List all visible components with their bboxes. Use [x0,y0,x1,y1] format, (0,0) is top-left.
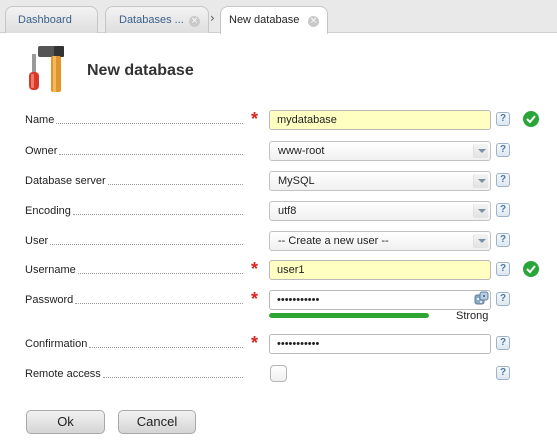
chevron-down-icon[interactable] [473,174,488,188]
password-input[interactable] [269,290,491,310]
encoding-label: Encoding [25,205,243,217]
user-row: User -- Create a new user -- ? [0,231,557,253]
tab-databases[interactable]: Databases ... × [105,6,209,33]
chevron-down-icon[interactable] [473,204,488,218]
checkmark-icon [523,111,539,127]
close-icon[interactable]: × [308,16,319,27]
field-label: Remote access [25,368,101,380]
leader-dots [50,244,243,245]
leader-dots [75,303,243,304]
database-server-value: MySQL [278,175,315,187]
encoding-select[interactable]: utf8 [269,201,491,221]
chevron-right-icon: › [210,11,215,25]
field-label: Owner [25,145,58,157]
leader-dots [72,214,243,215]
username-input[interactable] [269,260,491,280]
leader-dots [59,154,243,155]
required-marker: * [251,289,259,309]
tab-label: New database [229,14,300,26]
help-icon[interactable]: ? [496,203,510,217]
password-label: Password [25,294,243,306]
tab-bar: Dashboard Databases ... × › New database… [0,0,557,34]
tab-new-database[interactable]: New database × [220,6,328,34]
name-label: Name [25,114,243,126]
confirmation-label: Confirmation [25,338,243,350]
required-marker: * [251,259,259,279]
required-marker: * [251,333,259,353]
tab-label: Databases ... [119,14,184,26]
close-icon[interactable]: × [189,16,200,27]
tools-icon [29,46,64,92]
confirmation-input[interactable] [269,334,491,354]
help-icon[interactable]: ? [496,173,510,187]
username-label: Username [25,264,243,276]
leader-dots [107,184,243,185]
leader-dots [56,123,243,124]
leader-dots [102,377,243,378]
owner-select[interactable]: www-root [269,141,491,161]
name-input[interactable] [269,110,491,130]
database-server-row: Database server MySQL ? [0,171,557,193]
help-icon[interactable]: ? [496,336,510,350]
field-label: Username [25,264,76,276]
help-icon[interactable]: ? [496,143,510,157]
checkmark-icon [523,261,539,277]
field-label: User [25,235,49,247]
owner-label: Owner [25,145,243,157]
field-label: Database server [25,175,106,187]
remote-access-checkbox[interactable] [270,365,287,382]
encoding-value: utf8 [278,205,297,217]
user-select[interactable]: -- Create a new user -- [269,231,491,251]
user-label: User [25,235,243,247]
dice-icon[interactable] [474,291,489,306]
tab-label: Dashboard [18,14,72,26]
owner-value: www-root [278,145,325,157]
owner-row: Owner www-root ? [0,141,557,163]
leader-dots [89,347,243,348]
chevron-down-icon[interactable] [473,144,488,158]
required-marker: * [251,109,259,129]
password-strength-fill [269,313,429,318]
help-icon[interactable]: ? [496,112,510,126]
field-label: Confirmation [25,338,88,350]
field-label: Encoding [25,205,71,217]
database-server-label: Database server [25,175,243,187]
remote-access-row: Remote access ? [0,364,557,386]
username-row: Username * ? [0,260,557,282]
password-strength-label: Strong [456,310,489,322]
ok-button[interactable]: Ok [26,410,105,434]
help-icon[interactable]: ? [496,233,510,247]
field-label: Password [25,294,74,306]
page-title: New database [87,62,194,79]
cancel-button[interactable]: Cancel [118,410,196,434]
password-strength-bar [269,313,429,318]
tab-dashboard[interactable]: Dashboard [5,6,98,33]
user-value: -- Create a new user -- [278,235,389,247]
help-icon[interactable]: ? [496,366,510,380]
database-server-select[interactable]: MySQL [269,171,491,191]
name-row: Name * ? [0,110,557,132]
encoding-row: Encoding utf8 ? [0,201,557,223]
remote-access-label: Remote access [25,368,243,380]
help-icon[interactable]: ? [496,262,510,276]
confirmation-row: Confirmation * ? [0,334,557,356]
chevron-down-icon[interactable] [473,234,488,248]
leader-dots [77,273,243,274]
password-row: Password * ? Strong [0,289,557,322]
help-icon[interactable]: ? [496,292,510,306]
field-label: Name [25,114,55,126]
